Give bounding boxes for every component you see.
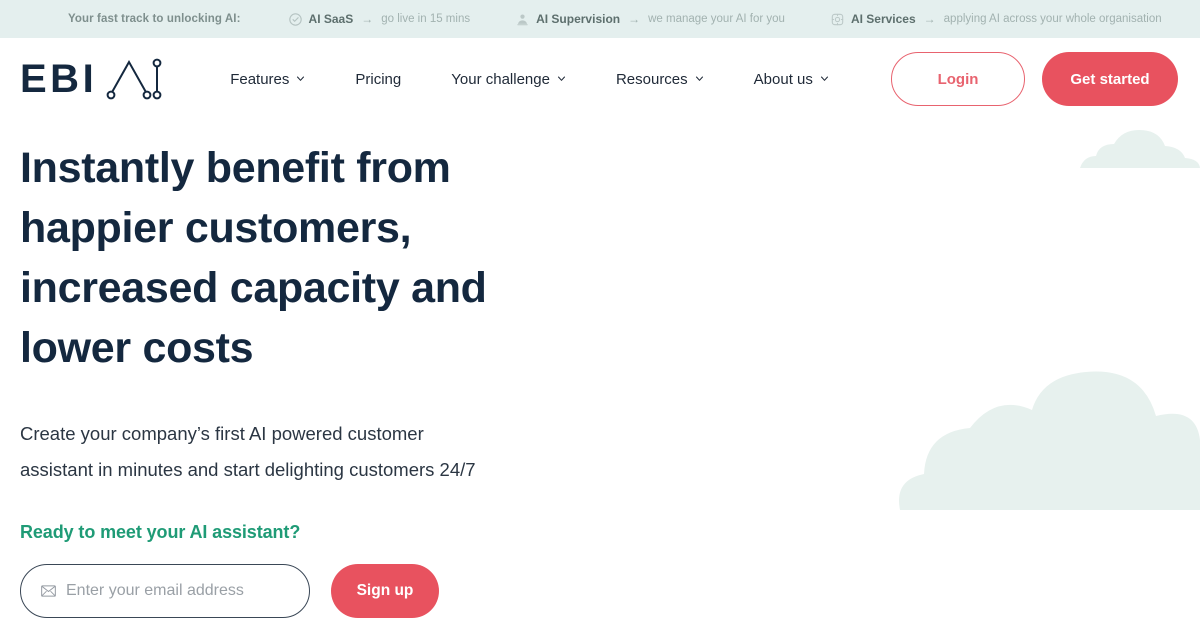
nav-item-label: About us [753,70,813,88]
email-input[interactable] [66,565,289,617]
hero-cta-heading: Ready to meet your AI assistant? [20,522,301,542]
chevron-down-icon [297,75,305,81]
hero-title-line: Instantly benefit from [20,144,451,192]
announcement-item-title: AI Services [850,12,916,26]
nav-item-label: Features [230,70,290,88]
announcement-item-tail: applying AI across your whole organisati… [943,13,1162,25]
page-title: Instantly benefit from happier customers… [20,138,540,378]
email-field-wrapper[interactable] [20,564,310,618]
chevron-down-icon [695,75,703,81]
envelope-icon [41,585,56,597]
announcement-item-ai-supervision[interactable]: AI Supervision → we manage your AI for y… [516,12,785,26]
nav-item-features[interactable]: Features [205,71,330,88]
hero-subtitle: Create your company’s first AI powered c… [20,423,476,480]
announcement-item-ai-services[interactable]: AI Services → applying AI across your wh… [831,12,1162,26]
nav-item-your-challenge[interactable]: Your challenge [426,71,591,88]
arrow-right-icon: → [628,12,641,26]
supervisor-person-icon [517,13,528,25]
header-actions: Login Get started [891,52,1178,106]
announcement-items: AI SaaS → go live in 15 mins AI Supervis… [288,12,1162,26]
chevron-down-icon [557,75,565,81]
logo-wordmark: EBI [20,57,98,101]
announcement-lead: Your fast track to unlocking AI: [68,13,241,25]
nav-item-pricing[interactable]: Pricing [330,71,426,88]
hero-title-line: happier customers, [20,204,412,252]
announcement-item-tail: go live in 15 mins [381,13,471,25]
hero-title-line: lower costs [20,324,254,372]
announcement-item-title: AI SaaS [308,12,354,26]
logo-link[interactable]: EBI [20,56,163,102]
signup-form: Sign up [20,564,1180,618]
hero-section: Instantly benefit from happier customers… [0,120,1200,618]
announcement-bar: Your fast track to unlocking AI: AI SaaS… [0,0,1200,38]
announcement-item-title: AI Supervision [536,12,621,26]
announcement-item-tail: we manage your AI for you [648,13,785,25]
gear-settings-icon [831,13,844,25]
chevron-down-icon [820,75,828,81]
nav-item-resources[interactable]: Resources [591,71,729,88]
nav-item-about-us[interactable]: About us [729,71,854,88]
nav-item-label: Pricing [355,70,402,88]
signup-button[interactable]: Sign up [331,564,439,618]
get-started-button[interactable]: Get started [1042,52,1178,106]
landing-page: Your fast track to unlocking AI: AI SaaS… [0,0,1200,630]
site-header: EBI Features Pricing Your challenge Reso… [0,38,1200,120]
arrow-right-icon: → [361,12,374,26]
main-navigation: Features Pricing Your challenge Resource… [205,71,891,88]
announcement-item-ai-saas[interactable]: AI SaaS → go live in 15 mins [288,12,471,26]
ai-network-logo-icon [106,58,162,100]
check-circle-icon [288,12,302,26]
hero-title-line: increased capacity and [20,264,487,312]
login-button[interactable]: Login [891,52,1025,106]
nav-item-label: Resources [615,70,688,88]
nav-item-label: Your challenge [451,70,550,88]
arrow-right-icon: → [923,12,936,26]
